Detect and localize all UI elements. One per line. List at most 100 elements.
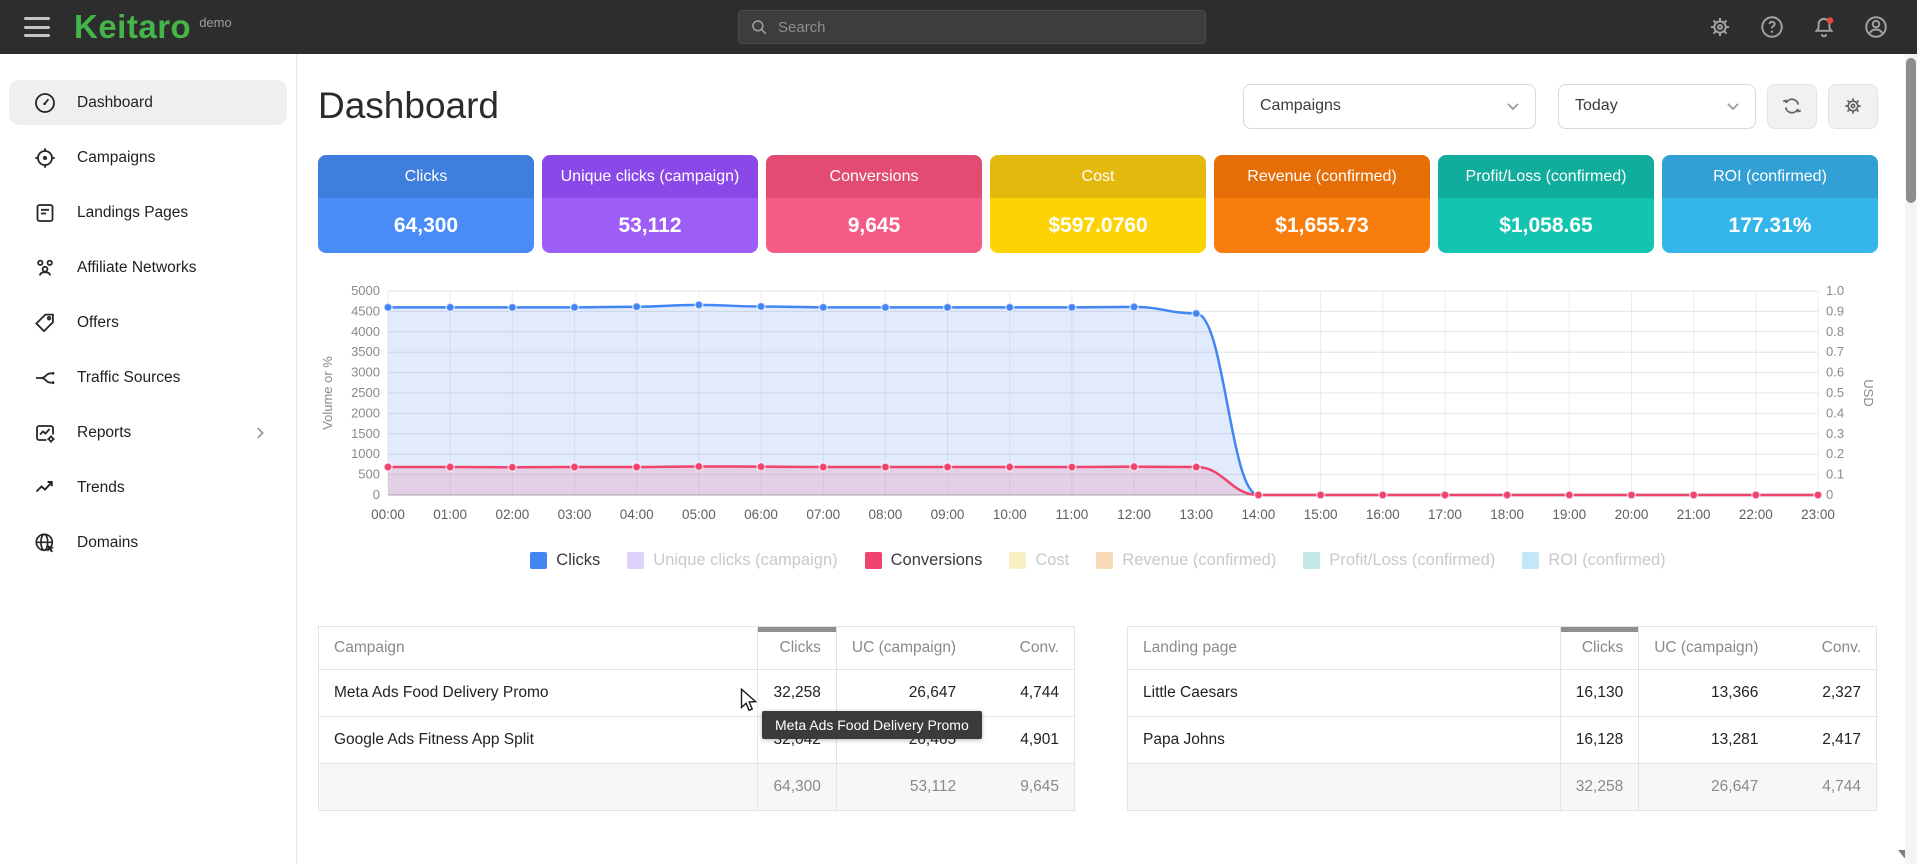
scrollbar-thumb[interactable] xyxy=(1906,58,1916,203)
legend-item-revenue[interactable]: Revenue (confirmed) xyxy=(1096,551,1276,570)
stat-card-value: $1,655.73 xyxy=(1214,198,1430,253)
notification-dot xyxy=(1827,17,1834,24)
sidebar-item-campaigns[interactable]: Campaigns xyxy=(9,130,287,185)
legend-swatch xyxy=(627,552,644,569)
legend-swatch xyxy=(1009,552,1026,569)
svg-text:0.8: 0.8 xyxy=(1826,324,1844,339)
header-row: Landing pageClicksUC (campaign)Conv. xyxy=(1128,627,1877,670)
sidebar-item-dashboard[interactable]: Dashboard xyxy=(9,80,287,125)
legend-item-roi[interactable]: ROI (confirmed) xyxy=(1522,551,1665,570)
legend-item-conversions[interactable]: Conversions xyxy=(865,551,983,570)
svg-text:02:00: 02:00 xyxy=(495,507,529,522)
stat-card-label: Clicks xyxy=(318,155,534,198)
svg-text:19:00: 19:00 xyxy=(1552,507,1586,522)
app-logo[interactable]: Keitaro xyxy=(74,8,191,46)
sidebar-item-label: Reports xyxy=(77,424,131,442)
legend-swatch xyxy=(865,552,882,569)
column-header-campaign[interactable]: Campaign xyxy=(319,627,758,670)
total-cell: 32,258 xyxy=(1560,764,1638,811)
column-header-landing-page[interactable]: Landing page xyxy=(1128,627,1561,670)
legend-swatch xyxy=(1522,552,1539,569)
stat-card-profit-loss[interactable]: Profit/Loss (confirmed) $1,058.65 xyxy=(1438,155,1654,253)
legend-item-cost[interactable]: Cost xyxy=(1009,551,1069,570)
keitaro-dashboard-page: Keitaro demo Dashboard xyxy=(0,0,1917,864)
stat-card-label: Revenue (confirmed) xyxy=(1214,155,1430,198)
stat-card-label: Profit/Loss (confirmed) xyxy=(1438,155,1654,198)
svg-text:0.4: 0.4 xyxy=(1826,405,1844,420)
legend-item-unique-clicks[interactable]: Unique clicks (campaign) xyxy=(627,551,837,570)
table-row[interactable]: Little Caesars16,13013,3662,327 xyxy=(1128,670,1877,717)
table-row[interactable]: Papa Johns16,12813,2812,417 xyxy=(1128,717,1877,764)
column-header-uc-campaign[interactable]: UC (campaign) xyxy=(836,627,971,670)
user-avatar-icon[interactable] xyxy=(1863,14,1889,40)
people-icon xyxy=(33,256,57,280)
campaigns-filter-select[interactable]: Campaigns xyxy=(1243,84,1536,129)
cell: 32,258 xyxy=(758,670,836,717)
svg-text:06:00: 06:00 xyxy=(744,507,778,522)
settings-gear-icon[interactable] xyxy=(1707,14,1733,40)
svg-text:3500: 3500 xyxy=(351,344,380,359)
stat-card-unique-clicks[interactable]: Unique clicks (campaign) 53,112 xyxy=(542,155,758,253)
stat-card-value: 177.31% xyxy=(1662,198,1878,253)
chevron-down-icon xyxy=(1503,96,1523,116)
legend-label: Cost xyxy=(1035,551,1069,570)
hamburger-menu-icon[interactable] xyxy=(24,17,50,37)
main-content: Dashboard Campaigns Today xyxy=(298,54,1905,864)
sidebar-item-reports[interactable]: Reports xyxy=(9,405,287,460)
svg-text:11:00: 11:00 xyxy=(1056,507,1089,522)
stat-card-revenue[interactable]: Revenue (confirmed) $1,655.73 xyxy=(1214,155,1430,253)
help-icon[interactable] xyxy=(1759,14,1785,40)
sidebar-item-landings-pages[interactable]: Landings Pages xyxy=(9,185,287,240)
total-cell: 26,647 xyxy=(1639,764,1774,811)
sidebar-item-offers[interactable]: Offers xyxy=(9,295,287,350)
stat-card-cost[interactable]: Cost $597.0760 xyxy=(990,155,1206,253)
page-scrollbar xyxy=(1905,54,1917,864)
svg-text:0.5: 0.5 xyxy=(1826,385,1844,400)
topbar: Keitaro demo xyxy=(0,0,1917,54)
sidebar-item-trends[interactable]: Trends xyxy=(9,460,287,515)
stat-card-roi[interactable]: ROI (confirmed) 177.31% xyxy=(1662,155,1878,253)
mouse-cursor xyxy=(740,688,762,713)
column-header-clicks[interactable]: Clicks xyxy=(1560,627,1638,670)
table-row[interactable]: Meta Ads Food Delivery Promo32,25826,647… xyxy=(319,670,1075,717)
dashboard-settings-button[interactable] xyxy=(1828,84,1878,129)
refresh-button[interactable] xyxy=(1767,84,1817,129)
column-header-uc-campaign[interactable]: UC (campaign) xyxy=(1639,627,1774,670)
totals-row: 32,25826,6474,744 xyxy=(1128,764,1877,811)
column-header-conv[interactable]: Conv. xyxy=(1773,627,1876,670)
sidebar-item-label: Campaigns xyxy=(77,149,155,167)
svg-text:08:00: 08:00 xyxy=(868,507,902,522)
metric-cards-row: Clicks 64,300 Unique clicks (campaign) 5… xyxy=(318,155,1878,253)
sidebar-item-label: Landings Pages xyxy=(77,204,188,222)
svg-text:14:00: 14:00 xyxy=(1242,507,1276,522)
column-header-clicks[interactable]: Clicks xyxy=(758,627,836,670)
svg-text:5000: 5000 xyxy=(351,283,380,298)
campaigns-filter-value: Campaigns xyxy=(1260,97,1341,115)
sidebar-item-affiliate-networks[interactable]: Affiliate Networks xyxy=(9,240,287,295)
legend-swatch xyxy=(1096,552,1113,569)
sidebar-item-domains[interactable]: Domains xyxy=(9,515,287,570)
svg-text:4000: 4000 xyxy=(351,324,380,339)
search-input[interactable] xyxy=(768,19,1205,36)
cell: Papa Johns xyxy=(1128,717,1561,764)
legend-item-clicks[interactable]: Clicks xyxy=(530,551,600,570)
legend-item-profit-loss[interactable]: Profit/Loss (confirmed) xyxy=(1303,551,1495,570)
notifications-bell-icon[interactable] xyxy=(1811,14,1837,40)
cell: 16,130 xyxy=(1560,670,1638,717)
cell: 4,744 xyxy=(971,670,1074,717)
cell: 2,417 xyxy=(1773,717,1876,764)
svg-text:21:00: 21:00 xyxy=(1677,507,1711,522)
stat-card-clicks[interactable]: Clicks 64,300 xyxy=(318,155,534,253)
svg-text:16:00: 16:00 xyxy=(1366,507,1400,522)
stat-card-conversions[interactable]: Conversions 9,645 xyxy=(766,155,982,253)
column-header-conv[interactable]: Conv. xyxy=(971,627,1074,670)
date-range-select[interactable]: Today xyxy=(1558,84,1756,129)
svg-text:22:00: 22:00 xyxy=(1739,507,1773,522)
total-cell xyxy=(1128,764,1561,811)
svg-text:05:00: 05:00 xyxy=(682,507,716,522)
total-cell xyxy=(319,764,758,811)
date-range-value: Today xyxy=(1575,97,1618,115)
landings-data-table: Landing pageClicksUC (campaign)Conv.Litt… xyxy=(1127,626,1877,811)
svg-text:0.2: 0.2 xyxy=(1826,446,1844,461)
sidebar-item-traffic-sources[interactable]: Traffic Sources xyxy=(9,350,287,405)
